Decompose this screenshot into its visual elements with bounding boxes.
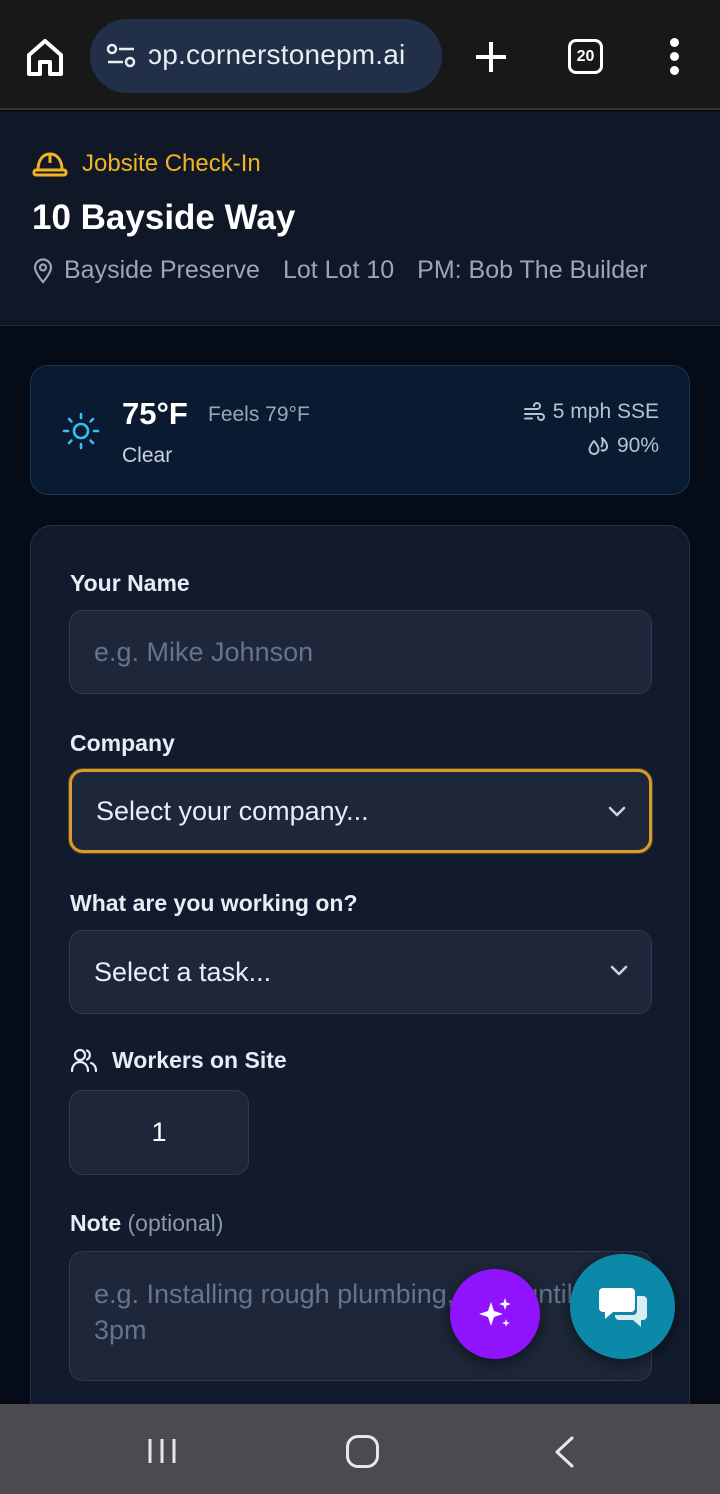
address-bar[interactable]: ɔp.cornerstonepm.ai xyxy=(90,19,442,93)
chevron-down-icon xyxy=(610,965,628,976)
hard-hat-icon xyxy=(32,152,68,177)
humidity-value: 90% xyxy=(616,434,659,457)
company-label: Company xyxy=(70,730,175,756)
ai-assistant-button[interactable] xyxy=(450,1269,540,1359)
site-settings-icon[interactable] xyxy=(106,43,136,69)
task-select-value: Select a task... xyxy=(94,956,272,987)
wind-info: 5 mph SSE xyxy=(523,400,659,424)
browser-toolbar: ɔp.cornerstonepm.ai 20 xyxy=(0,0,720,110)
droplets-icon xyxy=(588,437,608,455)
company-select[interactable]: Select your company... xyxy=(69,769,652,853)
sun-icon xyxy=(62,412,100,450)
workers-label-text: Workers on Site xyxy=(112,1046,287,1073)
back-icon[interactable] xyxy=(553,1435,575,1469)
feels-like: Feels 79°F xyxy=(208,403,310,426)
recents-icon[interactable] xyxy=(146,1437,178,1465)
more-menu-icon[interactable] xyxy=(664,38,684,76)
name-label: Your Name xyxy=(70,570,190,596)
page-title: 10 Bayside Way xyxy=(32,198,296,237)
name-input[interactable]: e.g. Mike Johnson xyxy=(69,610,652,694)
users-icon xyxy=(70,1048,98,1073)
checkin-badge: Jobsite Check-In xyxy=(32,150,261,178)
project-manager: PM: Bob The Builder xyxy=(417,256,648,284)
lot-number: Lot Lot 10 xyxy=(282,256,395,284)
tab-switcher-button[interactable]: 20 xyxy=(568,39,603,74)
note-optional-hint: (optional) xyxy=(127,1210,224,1236)
sparkles-icon xyxy=(479,1298,511,1327)
workers-label: Workers on Site xyxy=(70,1046,287,1074)
jobsite-header: Jobsite Check-In 10 Bayside Way Bayside … xyxy=(0,112,720,326)
company-select-value: Select your company... xyxy=(96,795,369,826)
temperature: 75°F xyxy=(122,396,188,431)
humidity-info: 90% xyxy=(587,434,659,458)
chat-bubbles-icon xyxy=(598,1287,647,1327)
workers-input[interactable]: 1 xyxy=(69,1090,249,1175)
wind-speed: 5 mph SSE xyxy=(552,400,659,423)
note-textarea[interactable]: e.g. Installing rough plumbing, here unt… xyxy=(69,1251,652,1381)
home-icon[interactable] xyxy=(24,36,66,78)
weather-card: 75°F Feels 79°F Clear 5 mph SSE 90% xyxy=(30,365,690,495)
checkin-title: Jobsite Check-In xyxy=(82,150,261,177)
community-name: Bayside Preserve xyxy=(64,256,260,284)
url-text[interactable]: ɔp.cornerstonepm.ai xyxy=(148,39,405,71)
jobsite-meta: Bayside Preserve Lot Lot 10 PM: Bob The … xyxy=(32,256,647,285)
location-pin-icon xyxy=(33,257,53,284)
home-nav-icon[interactable] xyxy=(346,1435,379,1468)
chat-button[interactable] xyxy=(570,1254,675,1359)
wind-icon xyxy=(523,402,545,421)
task-select[interactable]: Select a task... xyxy=(69,930,652,1014)
chevron-down-icon xyxy=(608,806,626,817)
new-tab-icon[interactable] xyxy=(472,38,510,76)
system-nav-bar xyxy=(0,1404,720,1494)
weather-condition: Clear xyxy=(122,444,173,467)
note-label: Note (optional) xyxy=(70,1210,223,1237)
note-label-text: Note xyxy=(70,1210,122,1236)
task-label: What are you working on? xyxy=(70,890,358,916)
